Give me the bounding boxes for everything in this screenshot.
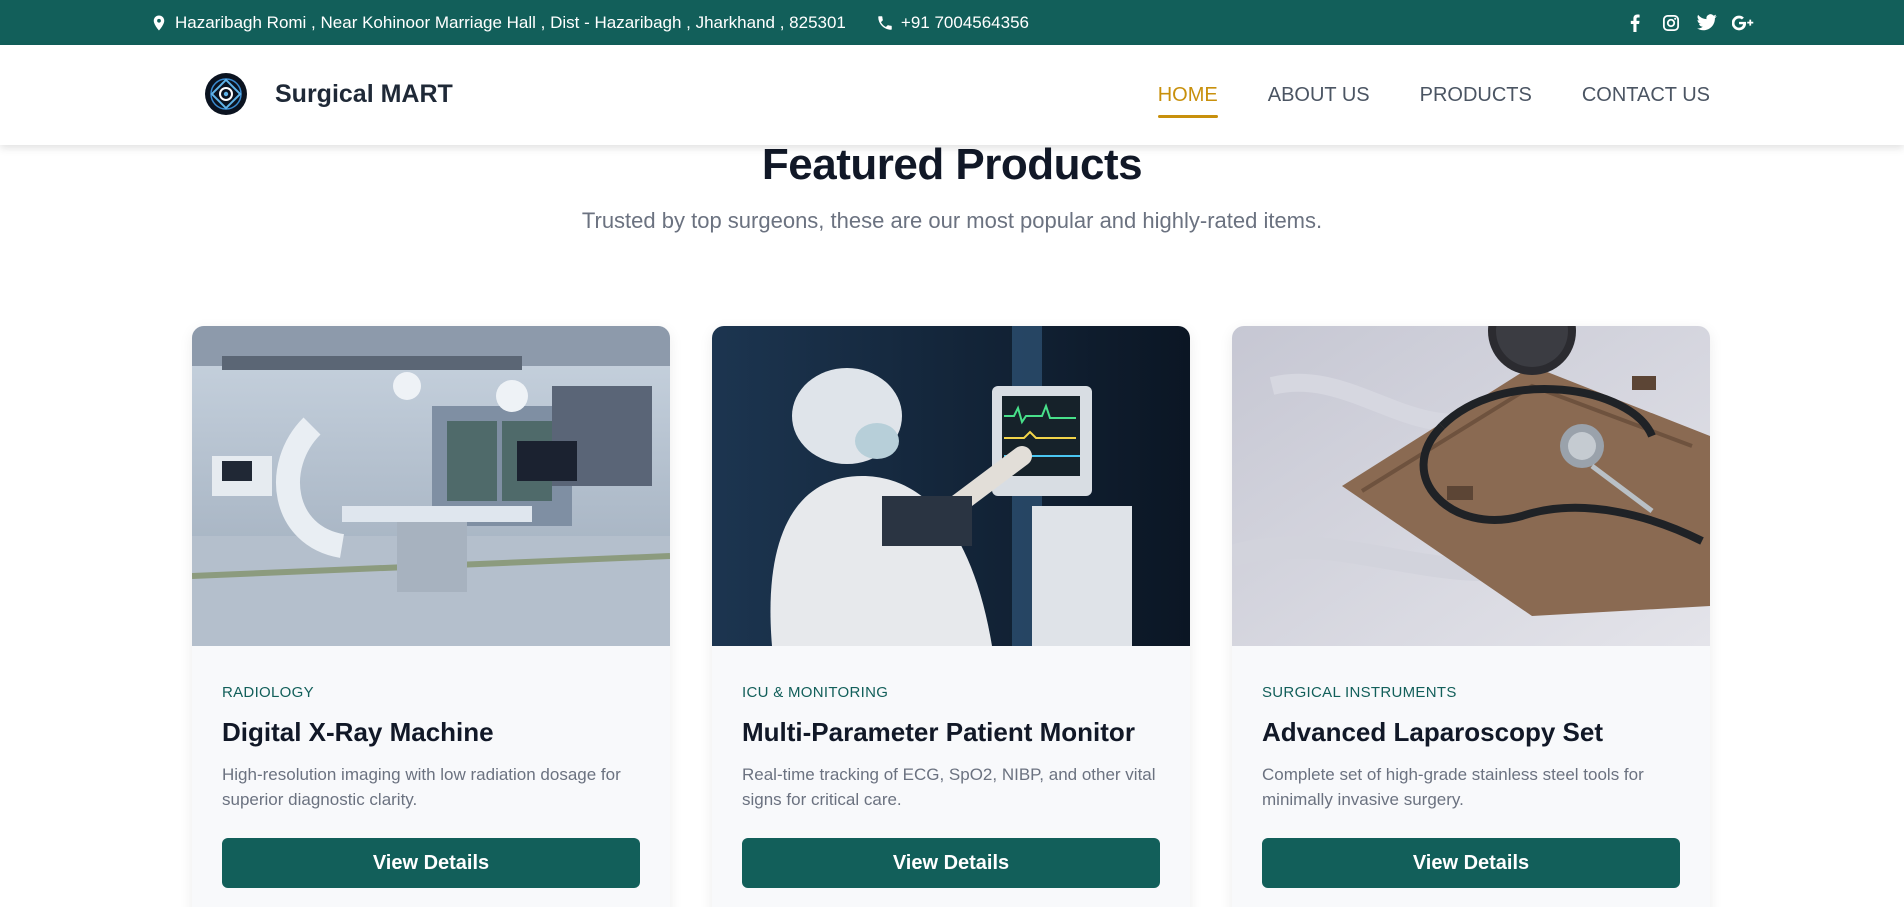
product-description: High-resolution imaging with low radiati… xyxy=(222,765,621,809)
brand[interactable]: Surgical MART xyxy=(205,73,453,115)
brand-name: Surgical MART xyxy=(275,79,453,108)
nav-contact-us[interactable]: CONTACT US xyxy=(1582,84,1710,107)
section-title: Featured Products xyxy=(761,140,1143,189)
instagram-icon[interactable] xyxy=(1660,12,1682,34)
product-card-body: RADIOLOGY Digital X-Ray Machine High-res… xyxy=(192,646,670,888)
brand-logo-icon xyxy=(205,73,247,115)
product-description: Real-time tracking of ECG, SpO2, NIBP, a… xyxy=(742,765,1156,809)
product-category: RADIOLOGY xyxy=(222,684,314,701)
product-card-body: SURGICAL INSTRUMENTS Advanced Laparoscop… xyxy=(1232,646,1710,888)
main-header: Surgical MART HOME ABOUT US PRODUCTS CON… xyxy=(0,45,1904,145)
phone-block[interactable]: +91 7004564356 xyxy=(876,13,1029,33)
view-details-button[interactable]: View Details xyxy=(222,838,640,888)
product-card-laparoscopy-set[interactable]: SURGICAL INSTRUMENTS Advanced Laparoscop… xyxy=(1232,326,1710,907)
main-nav: HOME ABOUT US PRODUCTS CONTACT US xyxy=(1108,45,1710,145)
nav-about-us[interactable]: ABOUT US xyxy=(1268,84,1370,107)
nav-home[interactable]: HOME xyxy=(1157,84,1218,118)
phone-icon xyxy=(876,14,894,32)
product-image-laparoscopy-set xyxy=(1232,326,1710,646)
contact-info: Hazaribagh Romi , Near Kohinoor Marriage… xyxy=(150,0,1029,45)
product-cards: RADIOLOGY Digital X-Ray Machine High-res… xyxy=(192,326,1710,907)
product-image-xray xyxy=(192,326,670,646)
map-pin-icon xyxy=(150,14,168,32)
product-title[interactable]: Advanced Laparoscopy Set xyxy=(1262,717,1680,748)
facebook-icon[interactable] xyxy=(1624,12,1646,34)
address-text: Hazaribagh Romi , Near Kohinoor Marriage… xyxy=(175,12,846,32)
google-plus-icon[interactable] xyxy=(1732,12,1754,34)
nav-products[interactable]: PRODUCTS xyxy=(1420,84,1532,107)
twitter-icon[interactable] xyxy=(1696,12,1718,34)
product-title[interactable]: Digital X-Ray Machine xyxy=(222,717,640,748)
product-card-xray[interactable]: RADIOLOGY Digital X-Ray Machine High-res… xyxy=(192,326,670,907)
product-category: ICU & MONITORING xyxy=(742,684,889,701)
product-card-patient-monitor[interactable]: ICU & MONITORING Multi-Parameter Patient… xyxy=(712,326,1190,907)
phone-text[interactable]: +91 7004564356 xyxy=(901,13,1029,33)
view-details-button[interactable]: View Details xyxy=(1262,838,1680,888)
view-details-button[interactable]: View Details xyxy=(742,838,1160,888)
product-card-body: ICU & MONITORING Multi-Parameter Patient… xyxy=(712,646,1190,888)
product-title[interactable]: Multi-Parameter Patient Monitor xyxy=(742,717,1160,748)
social-links xyxy=(1610,0,1754,45)
product-category: SURGICAL INSTRUMENTS xyxy=(1262,684,1457,701)
product-image-patient-monitor xyxy=(712,326,1190,646)
top-info-bar: Hazaribagh Romi , Near Kohinoor Marriage… xyxy=(0,0,1904,45)
featured-section-heading: Featured Products Trusted by top surgeon… xyxy=(0,140,1904,234)
product-description: Complete set of high-grade stainless ste… xyxy=(1262,765,1644,809)
section-subtitle: Trusted by top surgeons, these are our m… xyxy=(581,208,1323,233)
